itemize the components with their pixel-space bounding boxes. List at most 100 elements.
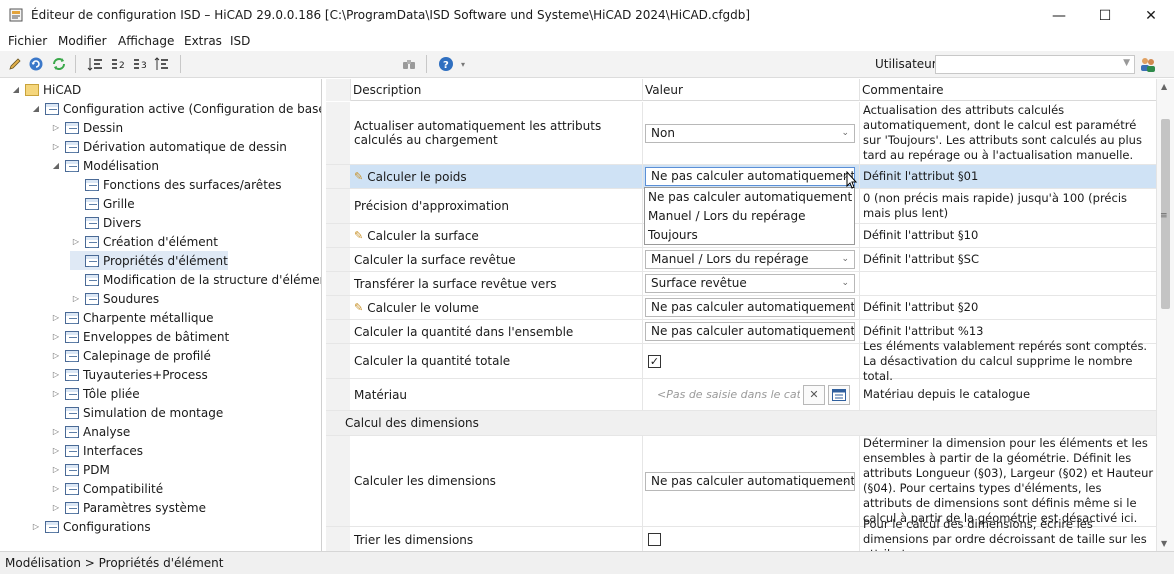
- tree-node[interactable]: ◢ Modélisation: [50, 156, 159, 175]
- property-row[interactable]: ✎ Calculer le poids Ne pas calculer automa…: [326, 165, 1156, 189]
- clear-material-button[interactable]: ✕: [803, 384, 825, 405]
- menu-affichage[interactable]: Affichage: [118, 34, 174, 48]
- tree-node[interactable]: ▷ Compatibilité: [50, 479, 163, 498]
- chevron-down-icon[interactable]: ⌄: [841, 299, 849, 316]
- expand-arrow-icon[interactable]: ▷: [50, 370, 62, 379]
- menu-extras[interactable]: Extras: [184, 34, 222, 48]
- property-row[interactable]: Calculer les dimensions Ne pas calculer a…: [326, 436, 1156, 527]
- binoculars-icon[interactable]: [400, 55, 418, 73]
- section-header-row[interactable]: Calcul des dimensions: [326, 411, 1156, 436]
- table-icon: [65, 121, 79, 134]
- minimize-button[interactable]: —: [1036, 0, 1082, 31]
- tree-node[interactable]: ▷ PDM: [50, 460, 110, 479]
- value-dropdown[interactable]: Manuel / Lors du repérage ⌄: [645, 250, 855, 269]
- expand-arrow-icon[interactable]: ▷: [50, 351, 62, 360]
- sort-level-3-icon[interactable]: 3: [131, 55, 149, 73]
- expand-arrow-icon[interactable]: ▷: [50, 123, 62, 132]
- tree-node[interactable]: Modification de la structure d'élément: [70, 270, 321, 289]
- expand-arrow-icon[interactable]: ▷: [50, 484, 62, 493]
- property-row[interactable]: Matériau <Pas de saisie dans le cata ✕ Maté…: [326, 379, 1156, 411]
- expand-arrow-icon[interactable]: ▷: [50, 389, 62, 398]
- tree-node[interactable]: ▷ Dérivation automatique de dessin: [50, 137, 287, 156]
- property-row[interactable]: Calculer la quantité totale ✓ Les éléments…: [326, 339, 1156, 383]
- header-comment[interactable]: Commentaire: [859, 79, 1156, 101]
- tree-node[interactable]: ▷ Paramètres système: [50, 498, 206, 517]
- value-dropdown[interactable]: Surface revêtue ⌄: [645, 274, 855, 293]
- close-button[interactable]: ✕: [1128, 0, 1174, 31]
- undo-icon[interactable]: [27, 55, 45, 73]
- tree-node[interactable]: ▷ Configurations: [30, 517, 151, 536]
- scroll-up-icon[interactable]: ▲: [1161, 82, 1167, 91]
- vertical-scrollbar[interactable]: ▲ ≡ ▼: [1156, 79, 1174, 551]
- property-row[interactable]: Calculer la surface revêtue Manuel / Lors…: [326, 248, 1156, 272]
- value-dropdown[interactable]: Non ⌄: [645, 123, 855, 143]
- expand-arrow-icon[interactable]: ▷: [50, 313, 62, 322]
- value-dropdown[interactable]: Ne pas calculer automatiquement ⌄: [645, 471, 855, 491]
- expand-arrow-icon[interactable]: ▷: [50, 332, 62, 341]
- dropdown-option-manual[interactable]: Manuel / Lors du repérage: [645, 207, 854, 226]
- users-icon[interactable]: [1139, 55, 1157, 73]
- user-combo[interactable]: ▼: [935, 55, 1135, 74]
- expand-arrow-icon[interactable]: ▷: [50, 427, 62, 436]
- maximize-button[interactable]: ☐: [1082, 0, 1128, 31]
- tree-node[interactable]: Fonctions des surfaces/arêtes: [70, 175, 282, 194]
- property-row[interactable]: Actualiser automatiquement les attributs…: [326, 102, 1156, 165]
- chevron-down-icon[interactable]: ⌄: [841, 275, 849, 292]
- collapse-arrow-icon[interactable]: ◢: [30, 104, 42, 113]
- tree-node[interactable]: ◢ HiCAD: [10, 80, 81, 99]
- dropdown-option-always[interactable]: Toujours: [645, 226, 854, 245]
- tree-node[interactable]: ▷ Enveloppes de bâtiment: [50, 327, 229, 346]
- expand-arrow-icon[interactable]: ▷: [50, 142, 62, 151]
- catalog-icon[interactable]: [828, 384, 850, 405]
- expand-arrow-icon[interactable]: ▷: [50, 465, 62, 474]
- tree-node[interactable]: ▷ Calepinage de profilé: [50, 346, 211, 365]
- material-input[interactable]: <Pas de saisie dans le cata: [645, 385, 800, 405]
- expand-arrow-icon[interactable]: ▷: [70, 294, 82, 303]
- collapse-arrow-icon[interactable]: ◢: [50, 161, 62, 170]
- tree-node[interactable]: ◢ Configuration active (Configuration de …: [30, 99, 321, 118]
- tree-node[interactable]: ▷ Analyse: [50, 422, 130, 441]
- edit-icon[interactable]: [6, 55, 24, 73]
- toolbar-overflow-icon[interactable]: ▾: [457, 55, 469, 73]
- tree-node[interactable]: Divers: [70, 213, 141, 232]
- tree-node[interactable]: ▷ Interfaces: [50, 441, 143, 460]
- sort-by-name-icon[interactable]: [86, 55, 104, 73]
- scroll-down-icon[interactable]: ▼: [1161, 539, 1167, 548]
- help-icon[interactable]: ?: [437, 55, 455, 73]
- value-dropdown[interactable]: Ne pas calculer automatiquement ⌄: [645, 167, 855, 186]
- tree-node[interactable]: ▷ Soudures: [70, 289, 159, 308]
- collapse-arrow-icon[interactable]: ◢: [10, 85, 22, 94]
- refresh-icon[interactable]: [50, 55, 68, 73]
- sort-options-icon[interactable]: [153, 55, 171, 73]
- property-row[interactable]: Transférer la surface revêtue vers Surfac…: [326, 272, 1156, 296]
- tree-node[interactable]: ▷ Tuyauteries+Process: [50, 365, 208, 384]
- dropdown-option-no-auto[interactable]: Ne pas calculer automatiquement: [645, 188, 854, 207]
- tree-node[interactable]: Grille: [70, 194, 135, 213]
- tree-node[interactable]: Propriétés d'élément: [70, 251, 228, 270]
- tree-node[interactable]: ▷ Charpente métallique: [50, 308, 214, 327]
- expand-arrow-icon[interactable]: ▷: [50, 446, 62, 455]
- chevron-down-icon[interactable]: ⌄: [841, 473, 849, 490]
- tree-node[interactable]: Simulation de montage: [50, 403, 223, 422]
- chevron-down-icon[interactable]: ⌄: [841, 323, 849, 340]
- tree-node[interactable]: ▷ Dessin: [50, 118, 123, 137]
- chevron-down-icon[interactable]: ⌄: [841, 251, 849, 268]
- expand-arrow-icon[interactable]: ▷: [30, 522, 42, 531]
- value-checkbox[interactable]: [648, 533, 661, 546]
- value-checkbox[interactable]: ✓: [648, 354, 661, 368]
- value-dropdown[interactable]: Ne pas calculer automatiquement ⌄: [645, 322, 855, 341]
- value-dropdown[interactable]: Ne pas calculer automatiquement ⌄: [645, 298, 855, 317]
- sort-level-2-icon[interactable]: 2: [109, 55, 127, 73]
- tree-node[interactable]: ▷ Tôle pliée: [50, 384, 140, 403]
- tree-node[interactable]: ▷ Création d'élément: [70, 232, 218, 251]
- header-value[interactable]: Valeur: [642, 79, 859, 101]
- chevron-down-icon[interactable]: ⌄: [841, 125, 849, 142]
- expand-arrow-icon[interactable]: ▷: [70, 237, 82, 246]
- property-row[interactable]: Trier les dimensions Pour le calcul des d…: [326, 517, 1156, 551]
- menu-fichier[interactable]: Fichier: [8, 34, 47, 48]
- menu-modifier[interactable]: Modifier: [58, 34, 107, 48]
- header-description[interactable]: Description: [350, 79, 642, 101]
- expand-arrow-icon[interactable]: ▷: [50, 503, 62, 512]
- menu-isd[interactable]: ISD: [230, 34, 250, 48]
- property-row[interactable]: ✎ Calculer le volume Ne pas calculer autom…: [326, 296, 1156, 320]
